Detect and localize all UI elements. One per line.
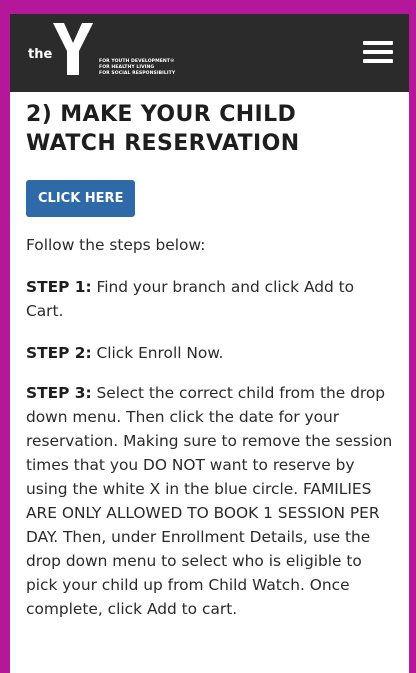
logo-word: the	[28, 47, 53, 62]
step-text: Select the correct child from the drop d…	[26, 384, 393, 618]
step-3: STEP 3: Select the correct child from th…	[26, 381, 393, 621]
tagline-line: FOR SOCIAL RESPONSIBILITY	[99, 71, 176, 76]
ymca-logo[interactable]: the FOR YOUTH DEVELOPMENT® FOR HEALTHY L…	[28, 21, 228, 79]
step-text: Click Enroll Now.	[91, 344, 224, 362]
menu-bar	[363, 59, 393, 63]
step-label: STEP 2:	[26, 344, 92, 362]
site-header: the FOR YOUTH DEVELOPMENT® FOR HEALTHY L…	[10, 14, 409, 92]
page-frame: the FOR YOUTH DEVELOPMENT® FOR HEALTHY L…	[10, 14, 409, 673]
click-here-button[interactable]: CLICK HERE	[26, 180, 136, 217]
main-content: 2) MAKE YOUR CHILD WATCH RESERVATION CLI…	[10, 92, 409, 621]
hamburger-menu-icon[interactable]	[363, 41, 393, 63]
step-1: STEP 1: Find your branch and click Add t…	[26, 275, 393, 323]
step-2: STEP 2: Click Enroll Now.	[26, 341, 393, 365]
steps-intro: Follow the steps below:	[26, 236, 206, 254]
logo-tagline: FOR YOUTH DEVELOPMENT® FOR HEALTHY LIVIN…	[99, 59, 175, 77]
step-label: STEP 1:	[26, 278, 92, 296]
y-logo-icon	[53, 23, 93, 75]
menu-bar	[363, 50, 393, 54]
menu-bar	[363, 41, 393, 45]
page-title: 2) MAKE YOUR CHILD WATCH RESERVATION	[26, 102, 300, 156]
step-label: STEP 3:	[26, 384, 92, 402]
